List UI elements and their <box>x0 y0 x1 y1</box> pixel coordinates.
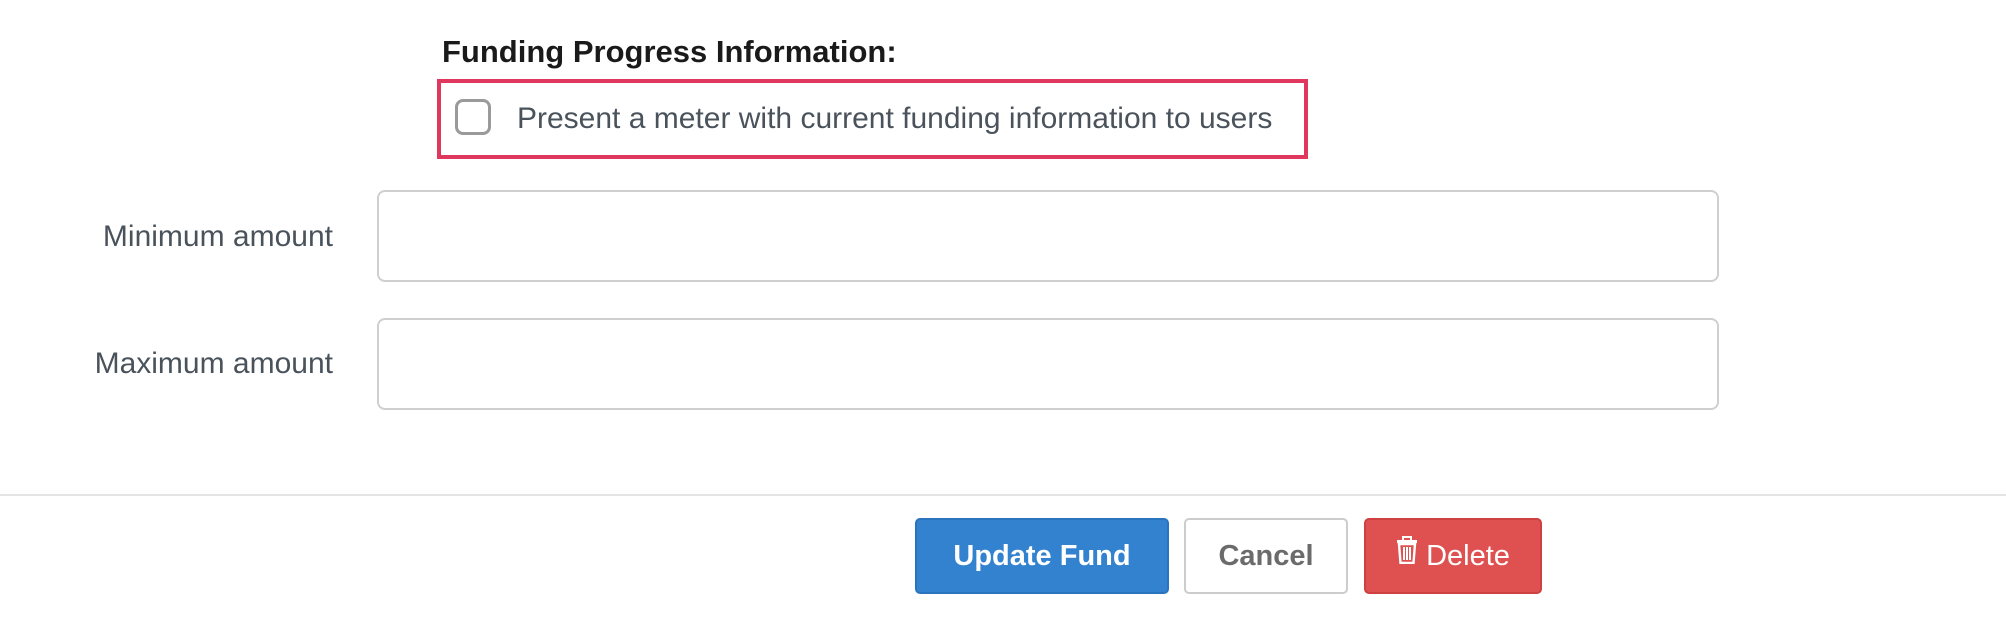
meter-checkbox-label[interactable]: Present a meter with current funding inf… <box>517 102 1272 136</box>
funding-progress-heading: Funding Progress Information: <box>442 34 897 69</box>
trash-icon <box>1396 536 1418 572</box>
update-fund-button[interactable]: Update Fund <box>915 518 1169 594</box>
delete-button[interactable]: Delete <box>1364 518 1542 594</box>
cancel-label: Cancel <box>1218 539 1314 572</box>
minimum-amount-label: Minimum amount <box>102 220 333 253</box>
meter-checkbox-row[interactable]: Present a meter with current funding inf… <box>437 79 1308 159</box>
maximum-amount-input[interactable] <box>377 318 1719 410</box>
update-fund-label: Update Fund <box>953 539 1131 572</box>
meter-checkbox[interactable] <box>455 99 491 135</box>
delete-label: Delete <box>1426 539 1510 572</box>
cancel-button[interactable]: Cancel <box>1184 518 1348 594</box>
minimum-amount-input[interactable] <box>377 190 1719 282</box>
maximum-amount-label: Maximum amount <box>94 347 333 380</box>
footer-divider <box>0 494 2006 496</box>
